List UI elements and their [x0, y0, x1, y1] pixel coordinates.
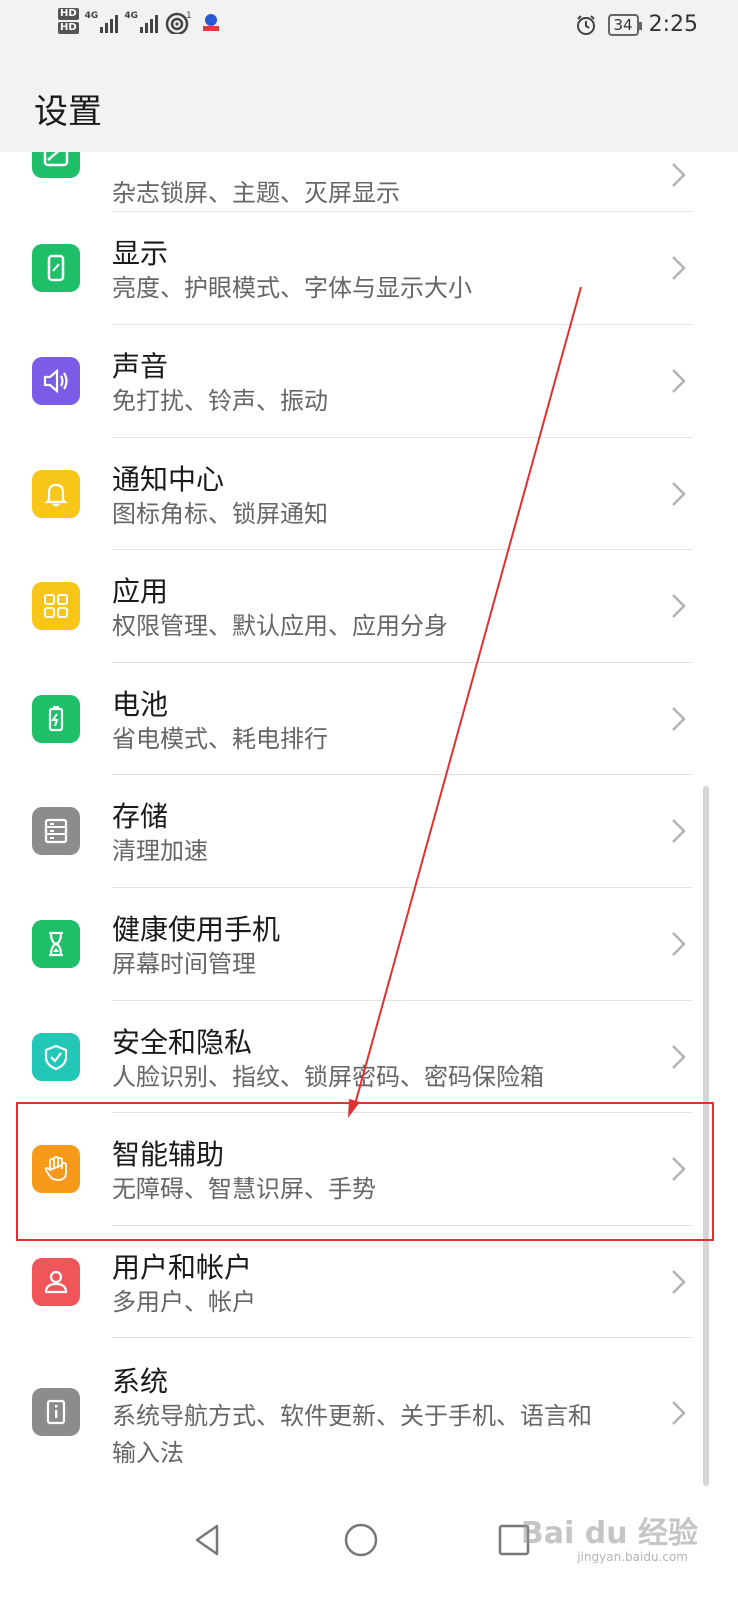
signal-icon: 4G [85, 11, 119, 33]
settings-item-title: 电池 [112, 688, 169, 721]
chevron-right-icon [672, 819, 686, 843]
settings-item-subtitle: 免打扰、铃声、振动 [112, 387, 328, 415]
settings-item-battery[interactable]: 电池 省电模式、耗电排行 [0, 663, 738, 776]
settings-item-digital-balance[interactable]: 健康使用手机 屏幕时间管理 [0, 888, 738, 1001]
settings-item-users[interactable]: 用户和帐户 多用户、帐户 [0, 1226, 738, 1339]
settings-item-subtitle-line2: 输入法 [112, 1439, 184, 1467]
settings-item-subtitle: 亮度、护眼模式、字体与显示大小 [112, 274, 472, 302]
settings-item-system[interactable]: 系统 系统导航方式、软件更新、关于手机、语言和 输入法 [0, 1338, 738, 1488]
settings-item-title: 应用 [112, 575, 169, 608]
watermark: Bai du 经验 [520, 1516, 698, 1551]
desktop-wallpaper-icon [32, 152, 80, 178]
settings-item-display[interactable]: 显示 亮度、护眼模式、字体与显示大小 [0, 212, 738, 325]
display-icon [32, 244, 80, 292]
settings-item-subtitle: 屏幕时间管理 [112, 950, 256, 978]
settings-item-subtitle: 人脸识别、指纹、锁屏密码、密码保险箱 [112, 1063, 544, 1091]
settings-item-title: 存储 [112, 800, 169, 833]
chevron-right-icon [672, 163, 686, 187]
header: 设置 [0, 56, 738, 152]
watermark-url: jingyan.baidu.com [577, 1550, 688, 1564]
page-title: 设置 [34, 92, 102, 132]
hourglass-icon [32, 920, 80, 968]
settings-item-subtitle: 图标角标、锁屏通知 [112, 500, 328, 528]
settings-item-title: 声音 [112, 350, 169, 383]
apps-grid-icon [32, 582, 80, 630]
chevron-right-icon [672, 594, 686, 618]
settings-list[interactable]: 杂志锁屏、主题、灭屏显示 显示 亮度、护眼模式、字体与显示大小 声音 免打扰、铃… [0, 152, 738, 1490]
settings-item-subtitle: 杂志锁屏、主题、灭屏显示 [112, 179, 400, 207]
settings-item-subtitle: 省电模式、耗电排行 [112, 725, 328, 753]
chevron-right-icon [672, 1270, 686, 1294]
settings-item-title: 显示 [112, 237, 169, 270]
chevron-right-icon [672, 482, 686, 506]
bell-icon [32, 470, 80, 518]
settings-item-sound[interactable]: 声音 免打扰、铃声、振动 [0, 325, 738, 438]
settings-item-title: 安全和隐私 [112, 1026, 253, 1059]
back-button[interactable] [177, 1510, 237, 1570]
settings-item-storage[interactable]: 存储 清理加速 [0, 775, 738, 888]
highlight-box [16, 1102, 714, 1241]
settings-item-subtitle: 清理加速 [112, 837, 208, 865]
home-button[interactable] [331, 1510, 391, 1570]
info-icon [32, 1388, 80, 1436]
storage-icon [32, 807, 80, 855]
settings-item-apps[interactable]: 应用 权限管理、默认应用、应用分身 [0, 550, 738, 663]
settings-item-subtitle: 系统导航方式、软件更新、关于手机、语言和 [112, 1402, 592, 1430]
alarm-icon [576, 14, 595, 35]
back-icon [195, 1524, 219, 1556]
signal-icon-2: 4G [124, 11, 158, 33]
battery-icon [32, 695, 80, 743]
settings-item-subtitle: 多用户、帐户 [112, 1288, 256, 1316]
user-icon [32, 1258, 80, 1306]
wifi-icon: 1 [165, 11, 192, 34]
settings-item-title: 用户和帐户 [112, 1251, 253, 1284]
shield-icon [32, 1033, 80, 1081]
settings-item-subtitle: 权限管理、默认应用、应用分身 [112, 612, 448, 640]
settings-item-title: 通知中心 [112, 463, 225, 496]
chevron-right-icon [672, 369, 686, 393]
settings-item-security[interactable]: 安全和隐私 人脸识别、指纹、锁屏密码、密码保险箱 [0, 1001, 738, 1114]
chevron-right-icon [672, 256, 686, 280]
chevron-right-icon [672, 1045, 686, 1069]
hd-indicator: HD HD [58, 8, 79, 34]
home-icon [344, 1523, 378, 1557]
settings-item-notifications[interactable]: 通知中心 图标角标、锁屏通知 [0, 438, 738, 551]
svg-text:1: 1 [186, 11, 192, 21]
app-notification-icon [202, 14, 219, 31]
chevron-right-icon [672, 1401, 686, 1425]
clock: 2:25 [648, 12, 698, 37]
status-bar: HD HD 4G 4G 1 34 2:25 [0, 0, 738, 56]
settings-item-title: 健康使用手机 [112, 913, 281, 946]
speaker-icon [32, 357, 80, 405]
chevron-right-icon [672, 707, 686, 731]
settings-item-title: 系统 [112, 1365, 169, 1398]
battery-indicator: 34 [607, 13, 642, 36]
chevron-right-icon [672, 932, 686, 956]
